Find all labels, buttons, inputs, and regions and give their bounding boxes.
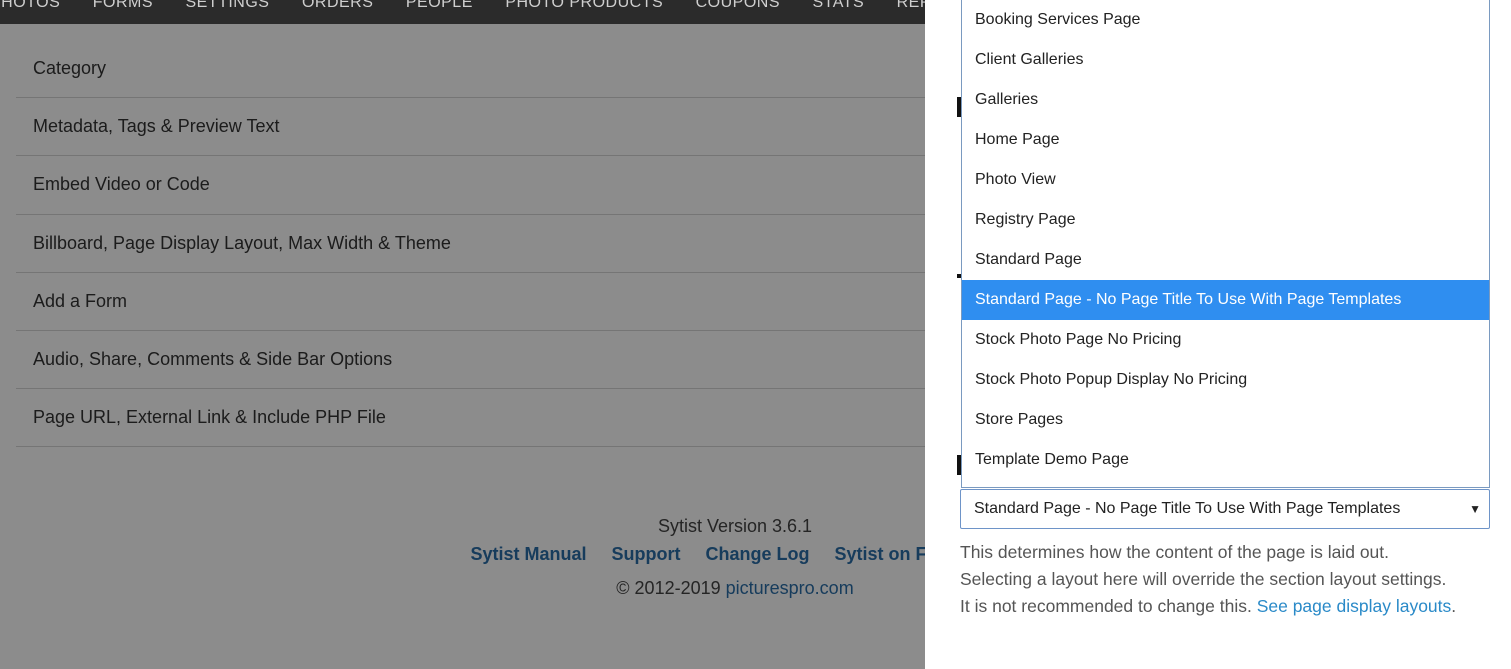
caret-down-icon: ▼ [1469,502,1481,516]
layout-help-text: This determines how the content of the p… [960,539,1500,620]
layout-option-selected[interactable]: Standard Page - No Page Title To Use Wit… [962,280,1489,320]
layout-select[interactable]: Standard Page - No Page Title To Use Wit… [960,489,1490,529]
layout-option[interactable]: Client Galleries [962,40,1489,80]
layout-option[interactable]: Store Pages [962,400,1489,440]
see-layouts-link[interactable]: See page display layouts [1257,596,1452,616]
help-line-3: It is not recommended to change this. Se… [960,593,1500,620]
layout-option[interactable]: Booking Services Page [962,0,1489,40]
help-line-2: Selecting a layout here will override th… [960,569,1447,589]
layout-select-value: Standard Page - No Page Title To Use Wit… [974,500,1401,517]
layout-option[interactable]: Registry Page [962,200,1489,240]
layout-option[interactable]: Template Demo Page [962,440,1489,480]
layout-option[interactable]: Stock Photo Popup Display No Pricing [962,360,1489,400]
help-line-3-text: It is not recommended to change this. [960,596,1257,616]
help-line-1: This determines how the content of the p… [960,542,1390,562]
layout-option[interactable]: Home Page [962,120,1489,160]
side-panel: Booking Services Page Client Galleries G… [925,0,1511,669]
layout-option[interactable]: Standard Page [962,240,1489,280]
modal-backdrop[interactable] [0,24,925,669]
layout-option[interactable]: Photo View [962,160,1489,200]
layout-dropdown-list: Booking Services Page Client Galleries G… [961,0,1490,488]
layout-option[interactable]: Stock Photo Page No Pricing [962,320,1489,360]
help-suffix: . [1451,596,1457,616]
layout-option[interactable]: Galleries [962,80,1489,120]
